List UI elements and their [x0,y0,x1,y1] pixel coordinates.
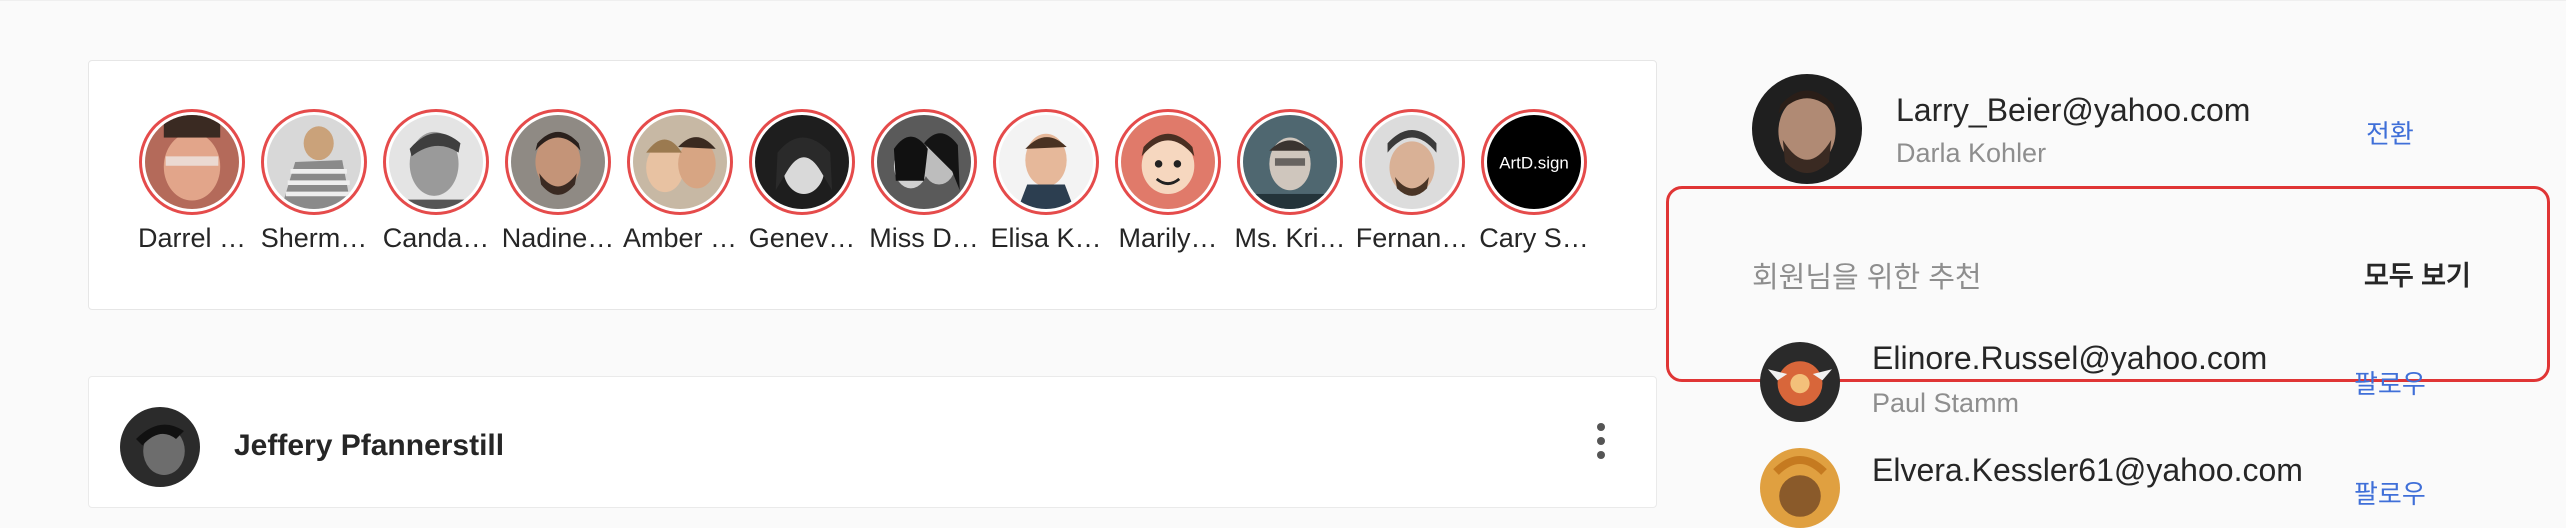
story-avatar [1243,115,1337,209]
story-avatar: ArtD.sign [1487,115,1581,209]
post-author-avatar[interactable] [120,407,200,487]
story-item[interactable]: Elisa K… [989,109,1103,254]
suggestion-username[interactable]: Elvera.Kessler61@yahoo.com [1872,452,2303,489]
story-item[interactable]: Nadine… [501,109,615,254]
story-item[interactable]: Miss D… [867,109,981,254]
stories-tray: Darrel … Sherm… Canda… Nadine… Amber … G… [88,60,1657,310]
story-avatar [755,115,849,209]
story-name: Cary S… [1479,223,1589,253]
story-ring [1237,109,1343,215]
story-name: Nadine… [501,223,615,253]
switch-account-button[interactable]: 전환 [2366,114,2414,151]
story-item[interactable]: ArtD.sign Cary S… [1477,109,1591,254]
follow-button[interactable]: 팔로우 [2354,474,2426,511]
current-full-name: Darla Kohler [1896,138,2047,168]
story-name: Genev… [748,223,856,253]
story-name: Ms. Kri… [1234,223,1346,253]
more-options-icon[interactable] [1591,423,1611,467]
story-avatar [1121,115,1215,209]
story-avatar [999,115,1093,209]
suggestion-full-name: Paul Stamm [1872,388,2020,418]
story-ring [139,109,245,215]
story-name: Marily… [1118,223,1218,253]
story-ring [871,109,977,215]
story-ring [993,109,1099,215]
story-ring [1115,109,1221,215]
story-item[interactable]: Darrel … [135,109,249,254]
suggestions-title: 회원님을 위한 추천 [1752,262,1982,294]
story-item[interactable]: Marily… [1111,109,1225,254]
story-avatar [877,115,971,209]
story-name: Canda… [382,223,490,253]
story-avatar [389,115,483,209]
story-name: Darrel … [137,223,246,253]
current-username[interactable]: Larry_Beier@yahoo.com [1896,92,2250,129]
suggestion-username[interactable]: Elinore.Russel@yahoo.com [1872,340,2267,377]
story-ring [1359,109,1465,215]
suggestion-avatar[interactable] [1760,342,1840,422]
current-user-avatar[interactable] [1752,74,1862,184]
story-ring [383,109,489,215]
story-name: Sherm… [260,223,368,253]
follow-button[interactable]: 팔로우 [2354,364,2426,401]
top-divider [0,0,2566,1]
story-avatar [267,115,361,209]
story-item[interactable]: Canda… [379,109,493,254]
story-name: Miss D… [869,223,979,253]
post-author-name[interactable]: Jeffery Pfannerstill [234,429,504,463]
story-avatar [1365,115,1459,209]
story-avatar-text: ArtD.sign [1499,154,1569,173]
story-ring [261,109,367,215]
story-item[interactable]: Genev… [745,109,859,254]
story-item[interactable]: Sherm… [257,109,371,254]
story-avatar [633,115,727,209]
story-ring [627,109,733,215]
story-ring [505,109,611,215]
post-card: Jeffery Pfannerstill [88,376,1657,508]
story-name: Amber … [623,223,738,253]
story-ring: ArtD.sign [1481,109,1587,215]
see-all-button[interactable]: 모두 보기 [2364,254,2471,293]
story-item[interactable]: Ms. Kri… [1233,109,1347,254]
story-name: Elisa K… [990,223,1102,253]
story-item[interactable]: Amber … [623,109,737,254]
story-item[interactable]: Fernan… [1355,109,1469,254]
story-avatar [145,115,239,209]
suggestion-avatar[interactable] [1760,448,1840,528]
story-avatar [511,115,605,209]
story-name: Fernan… [1355,223,1469,253]
story-ring [749,109,855,215]
